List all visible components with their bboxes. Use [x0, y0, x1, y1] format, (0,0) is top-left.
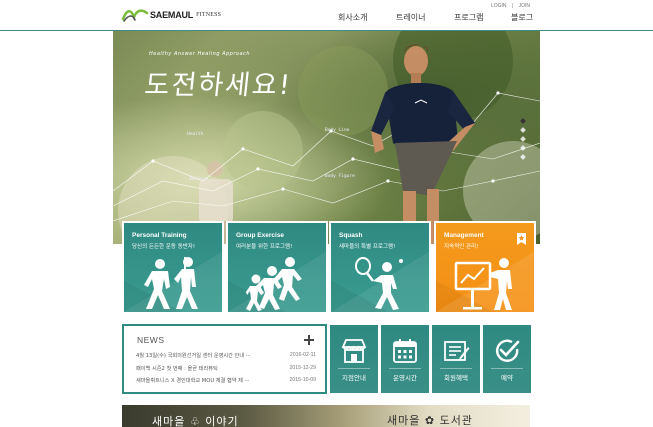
group-running-icon — [246, 257, 302, 311]
card-subtitle: 새마을의 특별 프로그램! — [339, 244, 396, 250]
login-link[interactable]: LOGIN — [491, 3, 507, 9]
presentation-chart-icon — [454, 258, 512, 310]
program-card-personal-training[interactable]: Personal Training 당신의 든든한 운동 동반자! — [122, 221, 224, 314]
banner-library-text: 새마을 ✿ 도서관 — [387, 414, 473, 427]
bookmark-icon — [517, 233, 526, 245]
slide-dot[interactable] — [520, 136, 526, 142]
news-item-text: 4월 13일(수) 국회의원선거일 센터 운영시간 안내 ··· — [136, 353, 251, 359]
hero-banner[interactable]: Healthy Answer Healing Approach 도전하세요! H… — [113, 31, 540, 244]
slide-dot[interactable] — [520, 154, 526, 160]
quick-link-label: 회원혜택 — [432, 368, 480, 382]
check-circle-icon — [495, 339, 520, 362]
nav-item-company[interactable]: 회사소개 — [338, 12, 396, 23]
card-title: Squash — [339, 232, 363, 239]
quick-link-label: 운영시간 — [381, 368, 429, 382]
card-title: Group Exercise — [236, 232, 285, 239]
news-item-date: 2015-12-29 — [289, 364, 316, 371]
hero-tagline: Healthy Answer Healing Approach — [149, 51, 250, 57]
util-separator: | — [511, 3, 514, 9]
nav-item-trainer[interactable]: 트레이너 — [396, 12, 454, 23]
banner-story-text: 새마을 ♧ 이야기 — [152, 415, 239, 427]
main-nav: 회사소개 트레이너 프로그램 블로그 — [338, 12, 535, 23]
news-item-text: 새마을휘트니스 X 경인대학교 MOU 체결 협약 체 ··· — [136, 378, 250, 384]
hero-slide-indicator — [520, 118, 526, 160]
card-title: Management — [444, 232, 484, 239]
logo-brand: SAEMAUL — [150, 10, 194, 20]
calendar-icon — [393, 339, 417, 363]
plus-icon[interactable] — [304, 335, 314, 345]
program-card-management[interactable]: Management 지속적인 관리! — [434, 221, 536, 314]
quick-link-label: 예약 — [483, 368, 531, 382]
hero-point-label: Balance — [189, 177, 208, 182]
site-logo[interactable]: SAEMAUL FITNESS — [121, 6, 221, 24]
news-item-date: 2015-10-09 — [289, 377, 316, 383]
hero-point-label: Body Line — [325, 128, 350, 133]
slide-dot[interactable] — [520, 127, 526, 133]
quick-link-member-benefits[interactable]: 회원혜택 — [432, 325, 480, 393]
nav-item-blog[interactable]: 블로그 — [511, 12, 535, 23]
quick-link-branch-info[interactable]: 지점안내 — [330, 325, 378, 393]
news-item[interactable]: 새마을휘트니스 X 경인대학교 MOU 체결 협약 체 ··· 2015-10-… — [136, 375, 316, 388]
quick-link-reservation[interactable]: 예약 — [483, 325, 531, 393]
card-title: Personal Training — [132, 232, 187, 239]
news-title: NEWS — [137, 335, 165, 345]
card-subtitle: 지속적인 관리! — [444, 244, 479, 250]
hero-title: 도전하세요! — [143, 70, 294, 101]
util-links: LOGIN | JOIN — [489, 3, 532, 9]
site-header: SAEMAUL FITNESS LOGIN | JOIN 회사소개 트레이너 프… — [0, 0, 653, 31]
logo-mark-icon — [121, 9, 149, 22]
hero-point-label: Body Figure — [325, 174, 355, 179]
membership-card-icon — [444, 341, 470, 361]
news-panel: NEWS 4월 13일(수) 국회의원선거일 센터 운영시간 안내 ··· 20… — [122, 324, 327, 394]
news-item[interactable]: 패이백 시즌2 첫 번째 : 올곧 테라퓨틱 2015-12-29 — [136, 363, 316, 376]
news-item-text: 패이백 시즌2 첫 번째 : 올곧 테라퓨틱 — [136, 365, 218, 372]
join-link[interactable]: JOIN — [519, 3, 530, 9]
news-item-date: 2016-02-11 — [289, 352, 316, 358]
nav-item-program[interactable]: 프로그램 — [454, 12, 511, 23]
card-subtitle: 여러분을 위한 프로그램! — [236, 244, 293, 250]
program-card-group-exercise[interactable]: Group Exercise 여러분을 위한 프로그램! — [226, 221, 328, 314]
news-list: 4월 13일(수) 국회의원선거일 센터 운영시간 안내 ··· 2016-02… — [136, 350, 316, 388]
quick-link-label: 지점안내 — [330, 368, 378, 382]
quick-link-hours[interactable]: 운영시간 — [381, 325, 429, 393]
hero-point-label: Health — [187, 132, 204, 137]
store-icon — [341, 339, 367, 363]
logo-sub: FITNESS — [196, 12, 222, 18]
squash-player-icon — [355, 257, 403, 310]
slide-dot-active[interactable] — [520, 118, 526, 124]
card-subtitle: 당신의 든든한 운동 동반자! — [132, 244, 196, 250]
bottom-banner[interactable]: 새마을 ♧ 이야기 새마을 ✿ 도서관 — [122, 405, 530, 427]
news-item[interactable]: 4월 13일(수) 국회의원선거일 센터 운영시간 안내 ··· 2016-02… — [136, 350, 316, 363]
personal-training-icon — [144, 257, 198, 309]
slide-dot[interactable] — [520, 145, 526, 151]
page: SAEMAUL FITNESS LOGIN | JOIN 회사소개 트레이너 프… — [0, 0, 653, 427]
program-card-squash[interactable]: Squash 새마을의 특별 프로그램! — [329, 221, 431, 314]
